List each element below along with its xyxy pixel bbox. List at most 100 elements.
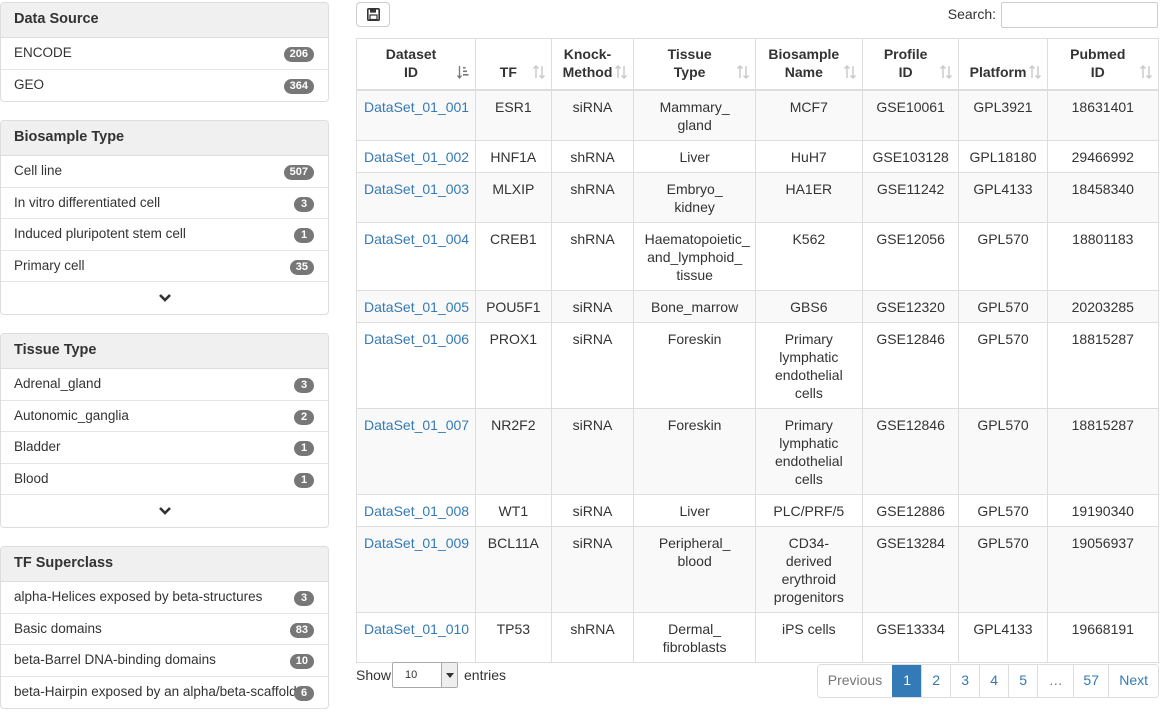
count-badge: 3	[294, 196, 314, 212]
dataset-link[interactable]: DataSet_01_010	[364, 621, 469, 637]
search-input[interactable]	[1001, 2, 1158, 28]
filter-item-encode[interactable]: ENCODE 206	[1, 38, 328, 70]
cell-text: Peripheral_ blood	[658, 535, 731, 569]
filter-item-beta-hairpin[interactable]: beta-Hairpin exposed by an alpha/beta-sc…	[1, 677, 328, 709]
cell-dataset-id: DataSet_01_007	[355, 408, 477, 495]
dataset-link[interactable]: DataSet_01_006	[364, 331, 469, 347]
filter-item-label: Autonomic_ganglia	[14, 407, 129, 423]
cell-text: GPL570	[977, 299, 1029, 315]
table-row: DataSet_01_005 POU5F1 siRNA Bone_marrow GBS6…	[355, 290, 1160, 323]
cell-tissue-type: Peripheral_ blood	[633, 526, 756, 613]
cell-text: GPL4133	[973, 621, 1033, 637]
cell-text: Primary lymphatic endothelial cells	[774, 417, 843, 487]
count-badge: 10	[289, 654, 314, 669]
filter-item-induced-pluripotent-stem-cell[interactable]: Induced pluripotent stem cell 1	[1, 219, 328, 251]
column-header-profile-id[interactable]: Profile ID	[861, 38, 960, 91]
cell-tissue-type: Liver	[633, 494, 756, 527]
cell-biosample-name: MCF7	[754, 89, 863, 141]
cell-text: siRNA	[572, 331, 613, 347]
filter-item-adrenal-gland[interactable]: Adrenal_gland 3	[1, 369, 328, 401]
filter-item-label: Blood	[14, 470, 49, 486]
filter-item-basic-domains[interactable]: Basic domains 83	[1, 614, 328, 645]
page-button-4[interactable]: 4	[979, 665, 1009, 697]
filter-item-primary-cell[interactable]: Primary cell 35	[1, 251, 328, 282]
filter-item-label: GEO	[14, 76, 45, 92]
cell-knock-method: siRNA	[550, 494, 635, 527]
cell-pubmed-id: 18458340	[1046, 172, 1160, 223]
cell-text: siRNA	[572, 99, 613, 115]
filter-item-autonomic-ganglia[interactable]: Autonomic_ganglia 2	[1, 401, 328, 432]
page-button-3[interactable]: 3	[950, 665, 980, 697]
cell-text: GSE11242	[876, 181, 945, 197]
cell-dataset-id: DataSet_01_002	[355, 140, 477, 173]
cell-profile-id: GSE12886	[861, 494, 960, 527]
cell-dataset-id: DataSet_01_008	[355, 494, 477, 527]
cell-biosample-name: GBS6	[754, 290, 863, 323]
dropdown-arrow-icon	[441, 663, 457, 687]
filter-item-label: Bladder	[14, 439, 61, 454]
cell-text: siRNA	[572, 535, 613, 551]
dataset-link[interactable]: DataSet_01_009	[364, 535, 469, 551]
next-page-button[interactable]: Next	[1108, 665, 1158, 697]
cell-text: TP53	[496, 621, 531, 637]
cell-tf: CREB1	[475, 222, 552, 291]
filter-item-in-vitro-differentiated-cell[interactable]: In vitro differentiated cell 3	[1, 188, 328, 219]
chevron-down-icon	[158, 507, 171, 515]
column-header-knock-method[interactable]: Knock-Method	[550, 38, 635, 91]
column-header-platform[interactable]: Platform	[958, 38, 1048, 91]
column-header-dataset-id[interactable]: Dataset ID	[355, 38, 477, 91]
cell-text: 19190340	[1071, 503, 1134, 519]
cell-dataset-id: DataSet_01_009	[355, 526, 477, 613]
dataset-table: Dataset ID TF Knock-Method Tissue Type B…	[355, 38, 1160, 663]
dataset-link[interactable]: DataSet_01_002	[364, 149, 469, 165]
cell-profile-id: GSE10061	[861, 89, 960, 141]
filter-item-alpha-helices[interactable]: alpha-Helices exposed by beta-structures…	[1, 582, 328, 614]
cell-text: GSE12056	[876, 231, 945, 247]
cell-tf: HNF1A	[475, 140, 552, 173]
cell-text: NR2F2	[491, 417, 536, 433]
cell-profile-id: GSE13334	[861, 612, 960, 663]
save-button[interactable]	[356, 2, 390, 27]
cell-text: GPL570	[977, 417, 1029, 433]
cell-knock-method: shRNA	[550, 612, 635, 663]
cell-pubmed-id: 20203285	[1046, 290, 1160, 323]
filter-item-beta-barrel[interactable]: beta-Barrel DNA-binding domains 10	[1, 645, 328, 677]
entries-per-page-select[interactable]: 10	[392, 662, 458, 688]
filter-item-label: In vitro differentiated cell	[14, 194, 161, 210]
dataset-link[interactable]: DataSet_01_004	[364, 231, 469, 247]
table-row: DataSet_01_001 ESR1 siRNA Mammary_ gland MCF…	[355, 89, 1160, 141]
sort-both-icon	[736, 65, 749, 79]
dataset-link[interactable]: DataSet_01_008	[364, 503, 469, 519]
cell-biosample-name: CD34-derived erythroid progenitors	[754, 526, 863, 613]
cell-text: GPL570	[977, 331, 1029, 347]
page-button-1[interactable]: 1	[892, 665, 922, 697]
cell-text: Liver	[679, 503, 710, 519]
table-header-row: Dataset ID TF Knock-Method Tissue Type B…	[355, 38, 1160, 91]
cell-text: GSE12846	[876, 417, 945, 433]
filter-item-geo[interactable]: GEO 364	[1, 70, 328, 102]
cell-text: Foreskin	[667, 331, 722, 347]
filter-item-bladder[interactable]: Bladder 1	[1, 432, 328, 464]
expand-biosample-button[interactable]	[1, 282, 328, 314]
previous-page-button[interactable]: Previous	[817, 665, 893, 697]
dataset-link[interactable]: DataSet_01_001	[364, 99, 469, 115]
column-header-tissue-type[interactable]: Tissue Type	[633, 38, 756, 91]
filter-item-label: Basic domains	[14, 620, 102, 636]
dataset-link[interactable]: DataSet_01_005	[364, 299, 469, 315]
filter-item-cell-line[interactable]: Cell line 507	[1, 156, 328, 188]
cell-profile-id: GSE11242	[861, 172, 960, 223]
expand-tissue-button[interactable]	[1, 495, 328, 527]
page-button-5[interactable]: 5	[1008, 665, 1038, 697]
dataset-link[interactable]: DataSet_01_003	[364, 181, 469, 197]
column-header-pubmed-id[interactable]: Pubmed ID	[1046, 38, 1160, 91]
page-button-2[interactable]: 2	[921, 665, 951, 697]
filter-item-blood[interactable]: Blood 1	[1, 464, 328, 495]
column-header-biosample-name[interactable]: Biosample Name	[754, 38, 863, 91]
cell-knock-method: shRNA	[550, 172, 635, 223]
cell-text: GPL3921	[973, 99, 1033, 115]
dataset-link[interactable]: DataSet_01_007	[364, 417, 469, 433]
count-badge: 507	[283, 165, 314, 180]
cell-platform: GPL570	[958, 494, 1048, 527]
page-button-57[interactable]: 57	[1073, 665, 1109, 697]
column-header-tf[interactable]: TF	[475, 38, 552, 91]
